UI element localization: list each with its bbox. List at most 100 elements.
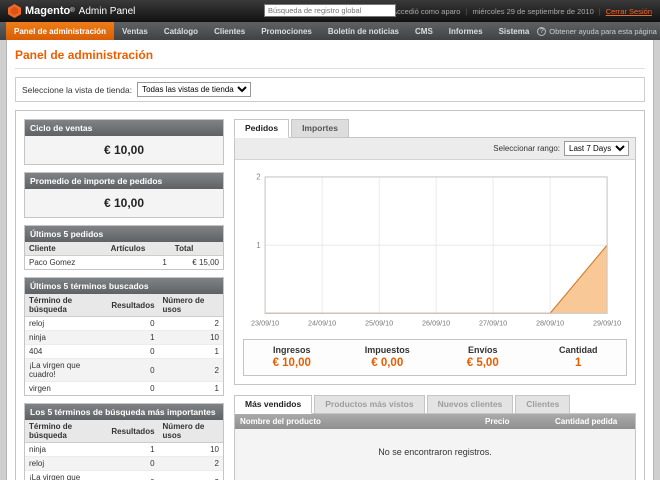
stat-item: Envíos € 5,00	[435, 340, 531, 375]
card-title: Promedio de importe de pedidos	[25, 173, 223, 189]
range-label: Seleccionar rango:	[493, 144, 560, 153]
last-search-terms-table: Término de búsquedaResultadosNúmero de u…	[25, 294, 223, 395]
svg-text:28/09/10: 28/09/10	[536, 319, 564, 328]
lifetime-sales-value: € 10,00	[25, 136, 223, 164]
table-row: Paco Gomez1€ 15,00	[25, 256, 223, 270]
last-orders-table: ClienteArtículosTotalPaco Gomez1€ 15,00	[25, 242, 223, 269]
svg-text:25/09/10: 25/09/10	[365, 319, 393, 328]
card-title: Últimos 5 términos buscados	[25, 278, 223, 294]
stat-item: Cantidad1	[531, 340, 627, 375]
stat-value: € 0,00	[340, 357, 436, 369]
column-header: Cliente	[25, 242, 107, 256]
dashboard-right-column: PedidosImportes Seleccionar rango: Last …	[234, 119, 636, 480]
column-header: Artículos	[107, 242, 171, 256]
table-cell: ¡La virgen que cuadro!	[25, 471, 107, 480]
nav-item[interactable]: Panel de administración	[6, 22, 114, 40]
help-label: Obtener ayuda para esta página	[549, 27, 657, 36]
table-row: 40401	[25, 345, 223, 359]
empty-message: No se encontraron registros.	[235, 429, 635, 480]
nav-item[interactable]: Sistema	[491, 22, 538, 40]
nav-item[interactable]: Promociones	[253, 22, 320, 40]
range-select[interactable]: Last 7 Days	[564, 141, 629, 156]
column-header: Término de búsqueda	[25, 420, 107, 443]
session-info: Accedió como aparo | miércoles 29 de sep…	[392, 7, 652, 16]
nav-item[interactable]: Boletín de noticias	[320, 22, 407, 40]
nav-item[interactable]: Informes	[441, 22, 491, 40]
table-cell: 1	[159, 382, 223, 396]
top-search-terms-table: Término de búsquedaResultadosNúmero de u…	[25, 420, 223, 480]
table-cell: virgen	[25, 382, 107, 396]
btab-item[interactable]: Más vendidos	[234, 395, 312, 414]
store-view-label: Seleccione la vista de tienda:	[22, 85, 132, 95]
table-cell: ninja	[25, 331, 107, 345]
global-search-input[interactable]	[264, 4, 396, 17]
table-row: reloj02	[25, 457, 223, 471]
table-cell: 0	[107, 382, 158, 396]
grid-column-header[interactable]: Precio	[480, 414, 550, 429]
svg-text:26/09/10: 26/09/10	[422, 319, 450, 328]
card-title: Ciclo de ventas	[25, 120, 223, 136]
help-icon: ?	[537, 27, 546, 36]
column-header: Término de búsqueda	[25, 294, 107, 317]
logo-text: Magento	[25, 5, 70, 17]
top-bar: Magento® Admin Panel Accedió como aparo …	[0, 0, 660, 22]
table-cell: 404	[25, 345, 107, 359]
store-view-select[interactable]: Todas las vistas de tienda	[137, 82, 251, 97]
products-grid: Nombre del productoPrecioCantidad pedida…	[234, 413, 636, 480]
table-cell: 0	[107, 345, 158, 359]
stat-label: Impuestos	[340, 345, 436, 355]
nav-item[interactable]: CMS	[407, 22, 441, 40]
current-date: miércoles 29 de septiembre de 2010	[472, 7, 593, 16]
stat-item: Ingresos€ 10,00	[244, 340, 340, 375]
column-header: Resultados	[107, 294, 158, 317]
separator: |	[465, 7, 467, 16]
title-divider	[15, 68, 645, 69]
nav-tabs: Panel de administraciónVentasCatálogoCli…	[6, 22, 537, 40]
content-area: Panel de administración Seleccione la vi…	[6, 40, 654, 480]
svg-text:24/09/10: 24/09/10	[308, 319, 336, 328]
stat-label: Cantidad	[531, 345, 627, 355]
svg-text:2: 2	[256, 173, 260, 182]
orders-panel: Seleccionar rango: Last 7 Days 1223/09/1…	[234, 137, 636, 385]
dashboard-tabs: PedidosImportes	[234, 119, 636, 138]
stat-label: Ingresos	[244, 345, 340, 355]
stat-label: Envíos	[435, 345, 531, 355]
dashboard-box: Ciclo de ventas € 10,00 Promedio de impo…	[15, 110, 645, 480]
table-cell: ninja	[25, 443, 107, 457]
svg-text:1: 1	[256, 241, 260, 250]
table-cell: 2	[159, 317, 223, 331]
table-row: ¡La virgen que cuadro!02	[25, 359, 223, 382]
column-header: Número de usos	[159, 294, 223, 317]
dtab-item[interactable]: Pedidos	[234, 119, 289, 138]
grid-column-header[interactable]: Nombre del producto	[235, 414, 480, 429]
table-cell: 2	[159, 359, 223, 382]
column-header: Número de usos	[159, 420, 223, 443]
table-cell: 0	[107, 359, 158, 382]
stat-value: € 5,00	[435, 357, 531, 369]
range-bar: Seleccionar rango: Last 7 Days	[235, 138, 635, 160]
logo-subtitle: Admin Panel	[79, 6, 136, 17]
table-row: virgen01	[25, 382, 223, 396]
top-search-terms-card: Los 5 términos de búsqueda más important…	[24, 403, 224, 480]
separator: |	[599, 7, 601, 16]
nav-item[interactable]: Catálogo	[156, 22, 206, 40]
btab-item: Nuevos clientes	[427, 395, 514, 414]
report-tabs: Más vendidosProductos más vistosNuevos c…	[234, 395, 636, 414]
dashboard-left-column: Ciclo de ventas € 10,00 Promedio de impo…	[24, 119, 224, 480]
card-title: Últimos 5 pedidos	[25, 226, 223, 242]
table-row: ninja110	[25, 331, 223, 345]
table-row: reloj02	[25, 317, 223, 331]
table-cell: 0	[107, 471, 158, 480]
logout-link[interactable]: Cerrar Sesión	[606, 7, 652, 16]
column-header: Total	[171, 242, 223, 256]
dtab-item[interactable]: Importes	[291, 119, 349, 138]
table-cell: € 15,00	[171, 256, 223, 270]
table-row: ¡La virgen que cuadro!02	[25, 471, 223, 480]
table-cell: ¡La virgen que cuadro!	[25, 359, 107, 382]
average-orders-value: € 10,00	[25, 189, 223, 217]
grid-column-header[interactable]: Cantidad pedida	[550, 414, 635, 429]
help-link[interactable]: ? Obtener ayuda para esta página	[537, 22, 657, 40]
stats-row: Ingresos€ 10,00Impuestos € 0,00 Envíos € 5,…	[243, 339, 627, 376]
nav-item[interactable]: Ventas	[114, 22, 156, 40]
nav-item[interactable]: Clientes	[206, 22, 253, 40]
